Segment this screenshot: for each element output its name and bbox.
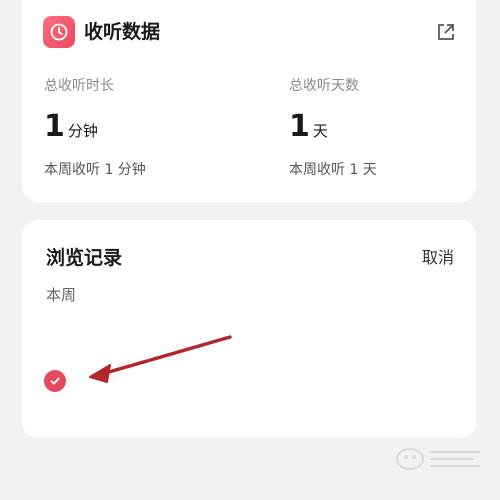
total-duration-unit: 分钟 <box>67 122 98 140</box>
watermark-logo-icon <box>396 448 480 470</box>
history-card-title: 浏览记录 <box>46 247 123 269</box>
check-circle-icon[interactable] <box>44 370 66 392</box>
page: 收听数据 总收听时长 1 分钟 本周收听 1 分钟 总收听天数 1天 本周收听 1… <box>0 0 500 500</box>
total-duration-label: 总收听时长 <box>44 78 114 94</box>
this-week-label: 本周 <box>46 286 77 304</box>
total-days-unit: 天 <box>312 122 328 140</box>
annotation-arrow-icon <box>89 335 232 383</box>
weekly-duration-text: 本周收听 1 分钟 <box>44 162 146 178</box>
total-days-value: 1天 <box>289 110 328 148</box>
total-days-number: 1 <box>289 109 310 144</box>
stats-card-title: 收听数据 <box>84 21 161 43</box>
listening-stats-card: 收听数据 总收听时长 1 分钟 本周收听 1 分钟 总收听天数 1天 本周收听 1… <box>22 0 476 202</box>
cancel-button[interactable]: 取消 <box>422 246 454 270</box>
share-external-icon[interactable] <box>436 22 456 42</box>
clock-icon <box>43 16 75 48</box>
total-days-label: 总收听天数 <box>289 78 359 94</box>
total-duration-value: 1 分钟 <box>44 110 98 148</box>
browse-history-card: 浏览记录 取消 本周 <box>22 220 476 438</box>
weekly-days-text: 本周收听 1 天 <box>289 162 377 178</box>
total-duration-number: 1 <box>44 109 65 144</box>
